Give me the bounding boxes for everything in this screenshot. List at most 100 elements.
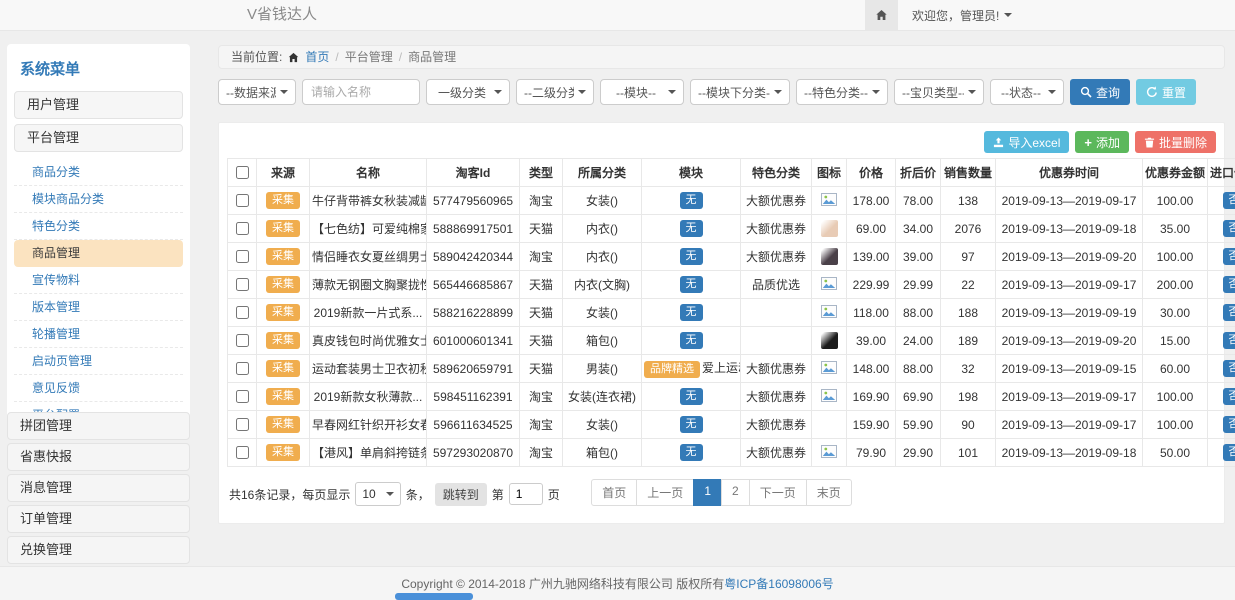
name-search-input[interactable]	[302, 79, 420, 105]
coupon-time: 2019-09-13—2019-09-20	[996, 243, 1143, 271]
import-select-toggle[interactable]: 否	[1223, 248, 1235, 265]
sidebar-subitem-商品管理[interactable]: 商品管理	[14, 240, 183, 267]
discount-price: 29.99	[896, 271, 941, 299]
import-select-toggle[interactable]: 否	[1223, 388, 1235, 405]
module-badge[interactable]: 无	[680, 444, 703, 461]
filter-select-module[interactable]: --模块--	[600, 79, 684, 105]
row-checkbox[interactable]	[236, 194, 249, 207]
row-checkbox[interactable]	[236, 446, 249, 459]
page-button-2[interactable]: 2	[721, 479, 750, 506]
discount-price: 34.00	[896, 215, 941, 243]
horizontal-scrollbar-thumb[interactable]	[395, 593, 473, 600]
filter-select-secondary-category[interactable]: --二级分类--	[516, 79, 594, 105]
page-button-下一页[interactable]: 下一页	[749, 479, 807, 506]
caret-down-icon	[578, 90, 586, 94]
batch-delete-label: 批量删除	[1159, 134, 1207, 151]
sidebar-subitem-意见反馈[interactable]: 意见反馈	[14, 375, 183, 402]
product-category: 内衣()	[563, 215, 642, 243]
jump-button[interactable]: 跳转到	[435, 483, 487, 506]
row-checkbox[interactable]	[236, 250, 249, 263]
sidebar-top-items: 用户管理平台管理	[14, 91, 183, 152]
add-button[interactable]: + 添加	[1075, 131, 1129, 153]
feature-category: 大额优惠券	[741, 215, 812, 243]
sidebar-item-消息管理[interactable]: 消息管理	[7, 474, 190, 502]
module-badge[interactable]: 品牌精选	[644, 361, 700, 378]
page-button-1[interactable]: 1	[693, 479, 722, 506]
page-button-末页[interactable]: 末页	[806, 479, 852, 506]
query-button[interactable]: 查询	[1070, 79, 1130, 105]
import-select-toggle[interactable]: 否	[1223, 444, 1235, 461]
sidebar-subitem-特色分类[interactable]: 特色分类	[14, 213, 183, 240]
module-cell: 无	[642, 215, 741, 243]
home-icon	[288, 52, 299, 63]
icon-cell	[812, 299, 847, 327]
source-badge: 采集	[266, 332, 300, 349]
sidebar-subitem-模块商品分类[interactable]: 模块商品分类	[14, 186, 183, 213]
breadcrumb-home-link[interactable]: 首页	[305, 45, 329, 69]
filter-select-status[interactable]: --状态--	[990, 79, 1064, 105]
page-button-首页[interactable]: 首页	[591, 479, 637, 506]
row-checkbox[interactable]	[236, 278, 249, 291]
sales-count: 189	[941, 327, 996, 355]
filter-select-module-subcategory[interactable]: --模块下分类--	[690, 79, 790, 105]
coupon-time: 2019-09-13—2019-09-17	[996, 271, 1143, 299]
module-badge[interactable]: 无	[680, 192, 703, 209]
sidebar-subitem-商品分类[interactable]: 商品分类	[14, 159, 183, 186]
module-badge[interactable]: 无	[680, 248, 703, 265]
page-size-select[interactable]: 10	[355, 482, 400, 506]
icp-link[interactable]: 粤ICP备16098006号	[724, 575, 833, 592]
product-thumbnail	[821, 332, 838, 349]
module-subcategory-label: 爱上运动	[702, 361, 741, 375]
source-badge: 采集	[266, 416, 300, 433]
sidebar-item-拼团管理[interactable]: 拼团管理	[7, 412, 190, 440]
sidebar-subitem-版本管理[interactable]: 版本管理	[14, 294, 183, 321]
user-menu[interactable]: 欢迎您，管理员!	[912, 0, 1012, 30]
filter-select-feature-category[interactable]: --特色分类--	[796, 79, 888, 105]
module-badge[interactable]: 无	[680, 332, 703, 349]
module-badge[interactable]: 无	[680, 304, 703, 321]
product-thumbnail	[821, 220, 838, 237]
import-excel-button[interactable]: 导入excel	[984, 131, 1069, 153]
select-all-checkbox[interactable]	[236, 166, 249, 179]
module-badge[interactable]: 无	[680, 416, 703, 433]
home-button[interactable]	[865, 0, 898, 30]
page-button-上一页[interactable]: 上一页	[636, 479, 694, 506]
import-select-toggle[interactable]: 否	[1223, 220, 1235, 237]
batch-delete-button[interactable]: 批量删除	[1135, 131, 1216, 153]
filter-select-data-source[interactable]: --数据来源--	[218, 79, 296, 105]
row-checkbox[interactable]	[236, 390, 249, 403]
sales-count: 97	[941, 243, 996, 271]
feature-category: 大额优惠券	[741, 383, 812, 411]
row-checkbox[interactable]	[236, 334, 249, 347]
module-badge[interactable]: 无	[680, 276, 703, 293]
row-checkbox[interactable]	[236, 418, 249, 431]
page-number-input[interactable]	[509, 483, 543, 505]
row-checkbox[interactable]	[236, 362, 249, 375]
coupon-time: 2019-09-13—2019-09-19	[996, 299, 1143, 327]
sidebar-subitem-轮播管理[interactable]: 轮播管理	[14, 321, 183, 348]
filter-select-item-type[interactable]: --宝贝类型--	[894, 79, 984, 105]
sidebar-subitem-宣传物料[interactable]: 宣传物料	[14, 267, 183, 294]
module-badge[interactable]: 无	[680, 220, 703, 237]
source-badge: 采集	[266, 276, 300, 293]
import-select-toggle[interactable]: 否	[1223, 332, 1235, 349]
source-badge: 采集	[266, 360, 300, 377]
row-checkbox[interactable]	[236, 306, 249, 319]
reset-button[interactable]: 重置	[1136, 79, 1196, 105]
row-checkbox[interactable]	[236, 222, 249, 235]
sidebar-item-用户管理[interactable]: 用户管理	[14, 91, 183, 119]
import-select-toggle[interactable]: 否	[1223, 192, 1235, 209]
sidebar-item-订单管理[interactable]: 订单管理	[7, 505, 190, 533]
sidebar-item-兑换管理[interactable]: 兑换管理	[7, 536, 190, 564]
sidebar-item-省惠快报[interactable]: 省惠快报	[7, 443, 190, 471]
sidebar-item-平台管理[interactable]: 平台管理	[14, 124, 183, 152]
import-select-toggle[interactable]: 否	[1223, 416, 1235, 433]
sidebar-subitem-启动页管理[interactable]: 启动页管理	[14, 348, 183, 375]
module-badge[interactable]: 无	[680, 388, 703, 405]
sales-count: 101	[941, 439, 996, 467]
product-name: 2019新款一片式系...	[310, 299, 427, 327]
import-select-toggle[interactable]: 否	[1223, 276, 1235, 293]
filter-select-primary-category[interactable]: 一级分类	[426, 79, 510, 105]
import-select-toggle[interactable]: 否	[1223, 360, 1235, 377]
import-select-toggle[interactable]: 否	[1223, 304, 1235, 321]
